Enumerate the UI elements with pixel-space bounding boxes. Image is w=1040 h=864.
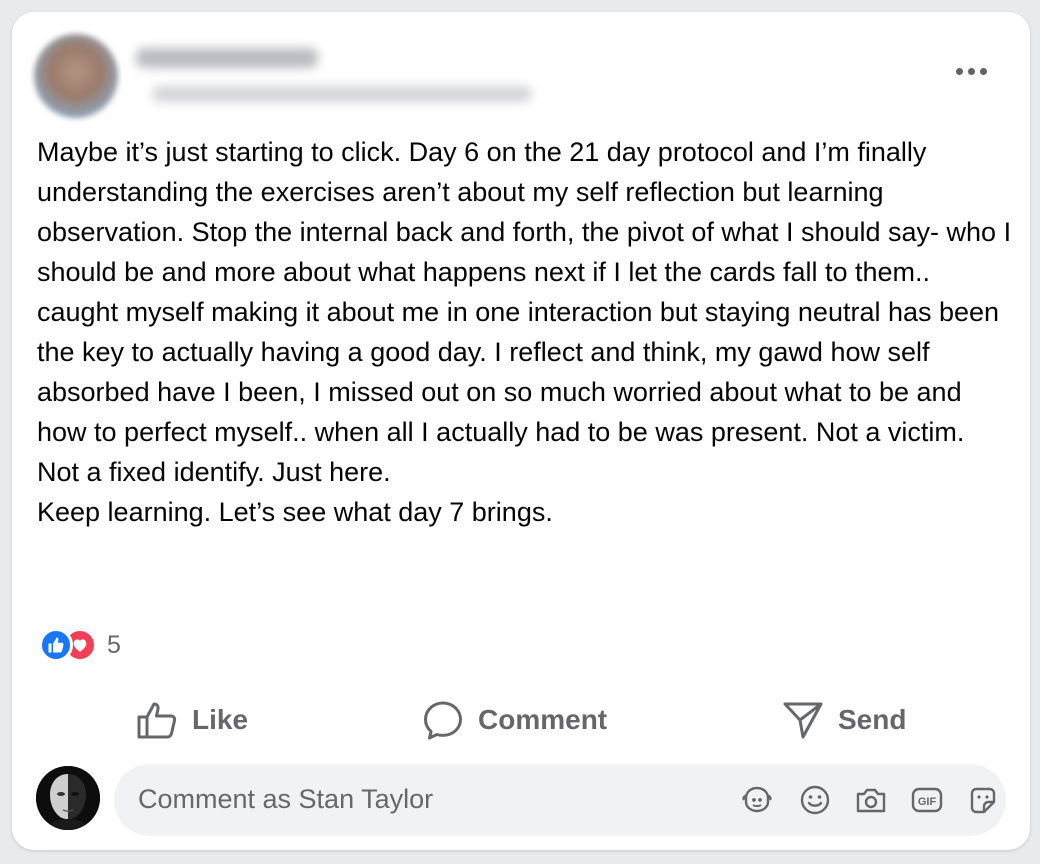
emoji-icon[interactable] — [796, 781, 834, 819]
post-paragraph: Maybe it’s just starting to click. Day 6… — [37, 137, 1012, 287]
comment-input[interactable]: Comment as Stan Taylor GIF — [114, 764, 1006, 836]
like-button[interactable]: Like — [136, 688, 248, 752]
more-dot-icon — [955, 67, 963, 75]
send-button[interactable]: Send — [782, 688, 906, 752]
svg-text:GIF: GIF — [918, 796, 937, 808]
author-name-redacted[interactable] — [136, 48, 318, 68]
avatar-sticker-icon[interactable] — [738, 781, 776, 819]
action-bar: Like Comment Send — [12, 688, 1030, 752]
like-label: Like — [192, 704, 249, 735]
sticker-icon[interactable] — [964, 781, 1002, 819]
reactions-summary[interactable]: 5 — [39, 626, 121, 664]
post-card: Maybe it’s just starting to click. Day 6… — [12, 12, 1030, 850]
send-label: Send — [838, 704, 907, 735]
comment-label: Comment — [478, 704, 608, 735]
post-paragraph: caught myself making it about me in one … — [37, 297, 1000, 487]
post-body: Maybe it’s just starting to click. Day 6… — [37, 132, 1012, 532]
post-timestamp-redacted[interactable] — [152, 86, 532, 102]
comment-bubble-icon — [424, 701, 462, 740]
camera-icon[interactable] — [852, 781, 890, 819]
send-icon — [783, 702, 823, 739]
comment-placeholder: Comment as Stan Taylor — [138, 784, 434, 814]
post-paragraph: Keep learning. Let’s see what day 7 brin… — [37, 497, 553, 527]
thumbs-up-icon — [137, 702, 177, 739]
gif-icon[interactable]: GIF — [908, 781, 946, 819]
avatar-image — [36, 766, 100, 830]
like-icon — [39, 628, 73, 662]
comment-button[interactable]: Comment — [422, 688, 607, 752]
more-options-button[interactable] — [948, 56, 994, 86]
author-avatar[interactable] — [34, 34, 118, 118]
commenter-avatar[interactable] — [36, 766, 100, 830]
reaction-count: 5 — [107, 630, 121, 659]
more-dot-icon — [967, 67, 975, 75]
more-dot-icon — [979, 67, 987, 75]
